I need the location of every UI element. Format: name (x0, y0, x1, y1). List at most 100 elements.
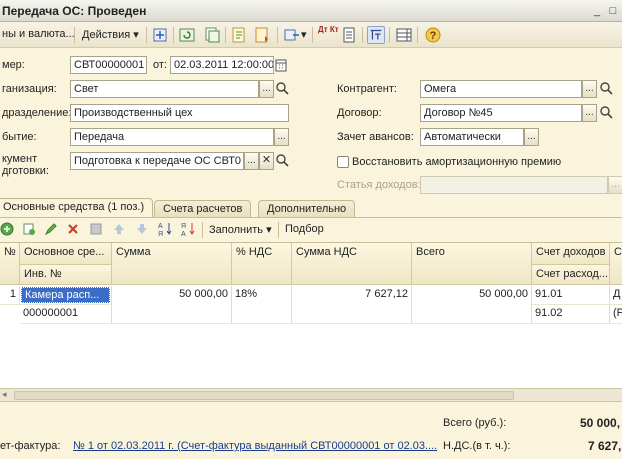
column-header-income-account[interactable]: Счет доходов (532, 243, 610, 265)
move-down-icon[interactable] (135, 222, 149, 236)
cell-asset[interactable]: Камера расп... (20, 286, 112, 305)
column-header-number[interactable]: № (0, 243, 20, 285)
cell-extra-1[interactable]: Д (610, 286, 622, 305)
column-header-asset[interactable]: Основное сре... (20, 243, 112, 265)
division-label: дразделение: (2, 107, 72, 119)
toolbar-separator (389, 27, 390, 43)
cell-vat-sum[interactable]: 7 627,12 (292, 286, 412, 324)
cell-vat-percent[interactable]: 18% (232, 286, 292, 324)
advance-offset-field[interactable]: Автоматически (420, 128, 524, 146)
column-header-vat-sum[interactable]: Сумма НДС (292, 243, 412, 285)
tab-fixed-assets[interactable]: Основные средства (1 поз.) (0, 198, 154, 218)
event-select-button[interactable]: ... (274, 128, 289, 146)
date-label: от: (153, 59, 167, 71)
based-on-icon[interactable] (283, 26, 301, 44)
cell-total[interactable]: 50 000,00 (412, 286, 532, 324)
document-footer: Всего (руб.): 50 000, ет-фактура: № 1 от… (0, 402, 622, 459)
help-icon[interactable]: ? (424, 26, 442, 44)
cell-expense-account[interactable]: 91.02 (532, 305, 610, 324)
fixed-assets-table: № Основное сре... Инв. № Сумма % НДС Сум… (0, 242, 622, 388)
vat-total-value: 7 627, (588, 439, 622, 453)
toolbar-separator (173, 27, 174, 43)
sort-ascending-icon[interactable]: АЯ (157, 221, 173, 237)
debit-credit-icon[interactable]: Дт Кт (318, 25, 339, 34)
pick-button[interactable]: Подбор (285, 223, 324, 235)
document-select-button[interactable]: ... (244, 152, 259, 170)
scroll-left-icon[interactable]: ◂ (2, 389, 7, 400)
toggle-icon[interactable] (367, 26, 385, 44)
search-icon[interactable] (599, 105, 614, 120)
event-label: бытие: (2, 131, 37, 143)
search-icon[interactable] (599, 81, 614, 96)
preparation-document-field[interactable]: Подготовка к передаче ОС СВТ0 (70, 152, 244, 170)
date-field[interactable]: 02.03.2011 12:00:00 (170, 56, 274, 74)
column-header-total[interactable]: Всего (412, 243, 532, 285)
column-header-inventory-number[interactable]: Инв. № (20, 265, 112, 285)
svg-text:Я: Я (181, 223, 186, 230)
fill-menu[interactable]: Заполнить ▾ (209, 223, 272, 236)
vat-total-label: Н.ДС.(в т. ч.): (443, 440, 511, 452)
cell-row-number[interactable]: 1 (0, 286, 20, 305)
list-icon[interactable] (395, 26, 413, 44)
calendar-icon[interactable] (275, 58, 287, 72)
column-header-sum[interactable]: Сумма (112, 243, 232, 285)
toolbar-separator (277, 27, 278, 43)
number-field[interactable]: СВТ00000001 (70, 56, 147, 74)
maximize-button[interactable]: □ (606, 4, 620, 18)
income-article-field[interactable] (420, 176, 608, 194)
column-header-expense-account[interactable]: Счет расход... (532, 265, 610, 285)
toolbar-separator (225, 27, 226, 43)
cell-inventory-number[interactable]: 000000001 (20, 305, 112, 324)
move-up-icon[interactable] (112, 222, 126, 236)
organization-select-button[interactable]: ... (259, 80, 274, 98)
post-icon[interactable] (151, 26, 169, 44)
contract-label: Договор: (337, 107, 382, 119)
column-header-extra[interactable]: С (610, 243, 622, 285)
minimize-button[interactable]: _ (590, 4, 604, 18)
contract-field[interactable]: Договор №45 (420, 104, 582, 122)
clear-icon[interactable]: ✕ (259, 152, 274, 170)
toolbar-separator (146, 27, 147, 43)
column-header-vat-percent[interactable]: % НДС (232, 243, 292, 285)
tab-additional[interactable]: Дополнительно (258, 200, 356, 218)
horizontal-scrollbar[interactable]: ◂ (0, 388, 622, 402)
chevron-down-icon: ▾ (266, 224, 272, 236)
report-icon[interactable] (253, 26, 271, 44)
number-label: мер: (2, 59, 25, 71)
prices-currency-button[interactable]: ны и валюта... (2, 28, 75, 40)
toolbar-separator (362, 27, 363, 43)
toolbar-separator (417, 27, 418, 43)
copy-row-icon[interactable] (22, 222, 36, 236)
structure-icon[interactable] (230, 26, 248, 44)
add-row-icon[interactable] (0, 222, 14, 236)
edit-row-icon[interactable] (44, 222, 58, 236)
cell-income-account[interactable]: 91.01 (532, 286, 610, 305)
invoice-link[interactable]: № 1 от 02.03.2011 г. (Счет-фактура выдан… (73, 440, 437, 452)
print-icon[interactable] (340, 26, 358, 44)
cell-sum[interactable]: 50 000,00 (112, 286, 232, 324)
division-field[interactable]: Производственный цех (70, 104, 289, 122)
scrollbar-thumb[interactable] (14, 391, 514, 400)
income-article-select-button[interactable]: ... (608, 176, 622, 194)
refresh-icon[interactable] (178, 26, 196, 44)
document-label-line1: кумент (2, 153, 38, 165)
event-field[interactable]: Передача (70, 128, 274, 146)
save-row-icon[interactable] (89, 222, 103, 236)
search-icon[interactable] (275, 81, 290, 96)
sort-descending-icon[interactable]: ЯА (180, 221, 196, 237)
delete-row-icon[interactable] (66, 222, 80, 236)
cell-extra-2[interactable]: (Р (610, 305, 622, 324)
contract-select-button[interactable]: ... (582, 104, 597, 122)
invoice-label: ет-фактура: (0, 440, 61, 452)
tab-settlement-accounts[interactable]: Счета расчетов (154, 200, 252, 218)
based-on-dropdown-icon[interactable]: ▾ (301, 28, 307, 41)
organization-field[interactable]: Свет (70, 80, 259, 98)
contractor-select-button[interactable]: ... (582, 80, 597, 98)
restore-premium-checkbox[interactable] (337, 156, 349, 168)
search-icon[interactable] (275, 153, 290, 168)
fill-menu-label: Заполнить (209, 224, 264, 236)
contractor-field[interactable]: Омега (420, 80, 582, 98)
actions-menu[interactable]: Действия ▾ (82, 28, 139, 41)
copy-icon[interactable] (203, 26, 221, 44)
advance-offset-select-button[interactable]: ... (524, 128, 539, 146)
